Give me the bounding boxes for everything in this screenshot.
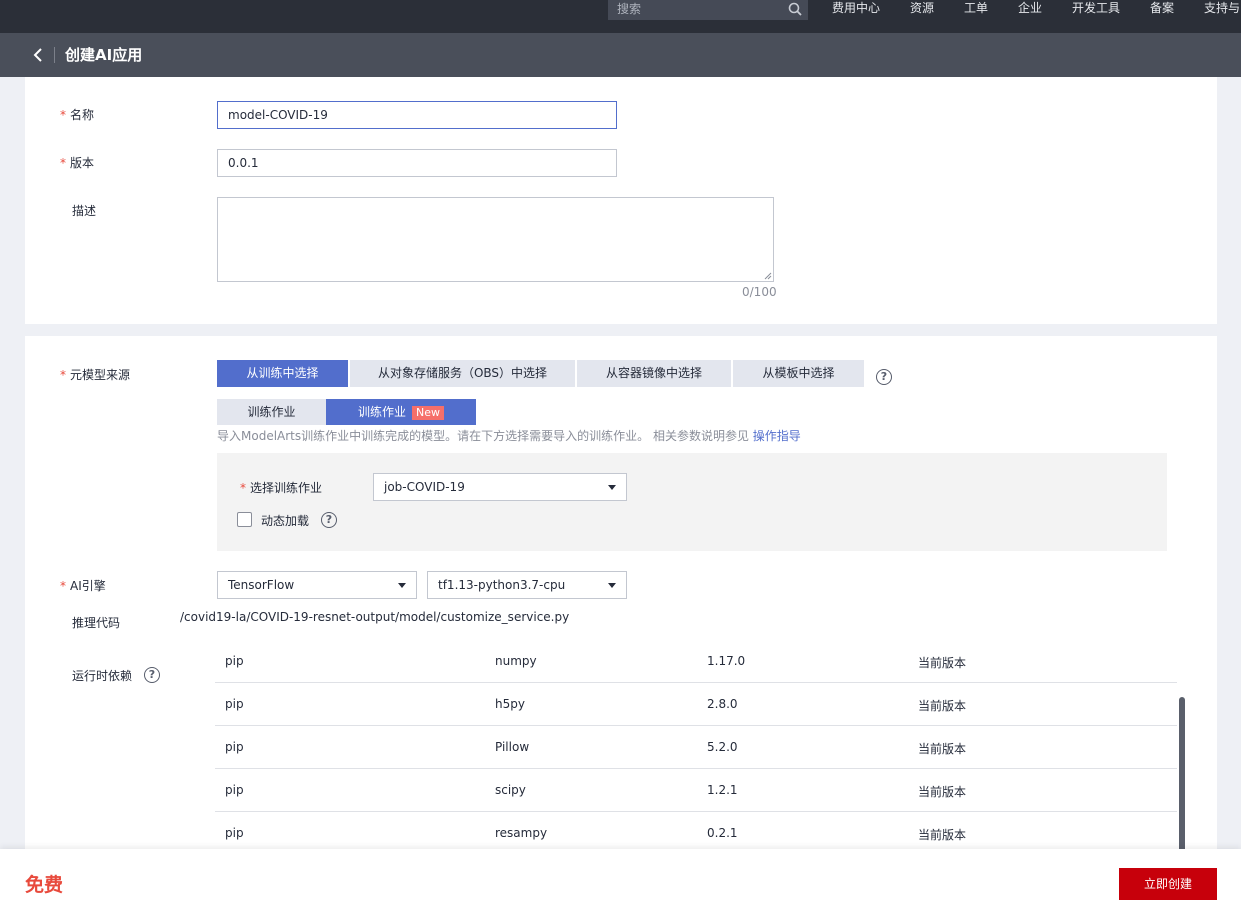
nav-dev-tools[interactable]: 开发工具 — [1072, 0, 1120, 18]
table-row: pip numpy 1.17.0 当前版本 — [215, 640, 1177, 683]
help-icon[interactable]: ? — [321, 512, 337, 528]
dep-version: 0.2.1 — [707, 826, 738, 840]
top-nav: 搜索 费用中心 资源 工单 企业 开发工具 备案 支持与 — [0, 0, 1241, 33]
dep-package: h5py — [495, 697, 525, 711]
nav-support[interactable]: 支持与 — [1204, 0, 1240, 18]
dep-package: numpy — [495, 654, 537, 668]
price-label: 免费 — [25, 874, 64, 896]
nav-filing[interactable]: 备案 — [1150, 0, 1174, 18]
table-row: pip Pillow 5.2.0 当前版本 — [215, 726, 1177, 769]
dep-package: scipy — [495, 783, 526, 797]
dep-version: 2.8.0 — [707, 697, 738, 711]
required-mark: * — [60, 368, 66, 382]
runtime-deps-table: pip numpy 1.17.0 当前版本 pip h5py 2.8.0 当前版… — [215, 640, 1177, 855]
dep-version: 5.2.0 — [707, 740, 738, 754]
job-select[interactable]: job-COVID-19 — [373, 473, 627, 501]
inference-code-path: /covid19-la/COVID-19-resnet-output/model… — [180, 610, 570, 624]
nav-billing[interactable]: 费用中心 — [832, 0, 880, 18]
nav-enterprise[interactable]: 企业 — [1018, 0, 1042, 18]
deps-scrollbar[interactable] — [1179, 697, 1185, 855]
help-icon[interactable]: ? — [876, 369, 892, 385]
dynamic-load-label: 动态加载 — [261, 514, 310, 528]
dep-version: 1.2.1 — [707, 783, 738, 797]
dep-package: resampy — [495, 826, 548, 840]
footer-bar: 免费 立即创建 — [0, 849, 1241, 905]
engine-label: * AI引擎 — [60, 579, 106, 593]
chevron-down-icon — [608, 583, 616, 588]
dep-installer: pip — [225, 654, 244, 668]
job-label: * 选择训练作业 — [240, 481, 323, 495]
resize-grip-icon[interactable] — [764, 272, 772, 280]
required-mark: * — [60, 156, 66, 170]
tab-training-job-new[interactable]: 训练作业 New — [326, 399, 476, 425]
inference-code-label: 推理代码 — [72, 616, 121, 630]
nav-resources[interactable]: 资源 — [910, 0, 934, 18]
search-placeholder: 搜索 — [617, 2, 642, 16]
search-icon[interactable] — [788, 2, 802, 16]
dynamic-load-checkbox[interactable] — [237, 512, 252, 527]
create-now-button[interactable]: 立即创建 — [1119, 868, 1217, 900]
dep-installer: pip — [225, 740, 244, 754]
version-label: * 版本 — [60, 156, 95, 170]
chevron-down-icon — [608, 485, 616, 490]
dep-package: Pillow — [495, 740, 530, 754]
nav-tickets[interactable]: 工单 — [964, 0, 988, 18]
version-input[interactable]: 0.0.1 — [217, 149, 617, 177]
required-mark: * — [60, 108, 66, 122]
description-label: 描述 — [72, 204, 97, 218]
new-badge: New — [412, 406, 444, 420]
dep-restraint: 当前版本 — [918, 828, 967, 842]
dep-installer: pip — [225, 783, 244, 797]
source-option-obs[interactable]: 从对象存储服务（OBS）中选择 — [350, 360, 575, 387]
source-label: * 元模型来源 — [60, 368, 131, 382]
title-divider — [54, 47, 55, 63]
dep-installer: pip — [225, 697, 244, 711]
source-option-container[interactable]: 从容器镜像中选择 — [577, 360, 731, 387]
framework-select[interactable]: TensorFlow — [217, 571, 417, 599]
runtime-deps-label: 运行时依赖 — [72, 669, 133, 683]
source-option-template[interactable]: 从模板中选择 — [733, 360, 864, 387]
name-input[interactable]: model-COVID-19 — [217, 101, 617, 129]
description-textarea[interactable] — [217, 197, 774, 282]
help-icon[interactable]: ? — [144, 667, 160, 683]
required-mark: * — [60, 579, 66, 593]
chevron-down-icon — [398, 583, 406, 588]
description-counter: 0/100 — [742, 285, 777, 299]
tab-training-job[interactable]: 训练作业 — [217, 399, 326, 425]
page-header: 创建AI应用 — [0, 33, 1241, 77]
back-icon[interactable] — [30, 45, 48, 65]
table-row: pip h5py 2.8.0 当前版本 — [215, 683, 1177, 726]
runtime-select[interactable]: tf1.13-python3.7-cpu — [427, 571, 627, 599]
source-option-training[interactable]: 从训练中选择 — [217, 360, 348, 387]
dep-restraint: 当前版本 — [918, 699, 967, 713]
dep-restraint: 当前版本 — [918, 785, 967, 799]
dep-version: 1.17.0 — [707, 654, 746, 668]
name-label: * 名称 — [60, 108, 95, 122]
page-title: 创建AI应用 — [65, 46, 143, 64]
dep-restraint: 当前版本 — [918, 742, 967, 756]
required-mark: * — [240, 481, 246, 495]
dep-installer: pip — [225, 826, 244, 840]
job-select-panel — [217, 453, 1167, 551]
table-row: pip scipy 1.2.1 当前版本 — [215, 769, 1177, 812]
guide-link[interactable]: 操作指导 — [753, 429, 801, 443]
dep-restraint: 当前版本 — [918, 656, 967, 670]
source-hint: 导入ModelArts训练作业中训练完成的模型。请在下方选择需要导入的训练作业。… — [217, 429, 801, 443]
global-search-input[interactable]: 搜索 — [608, 0, 808, 20]
